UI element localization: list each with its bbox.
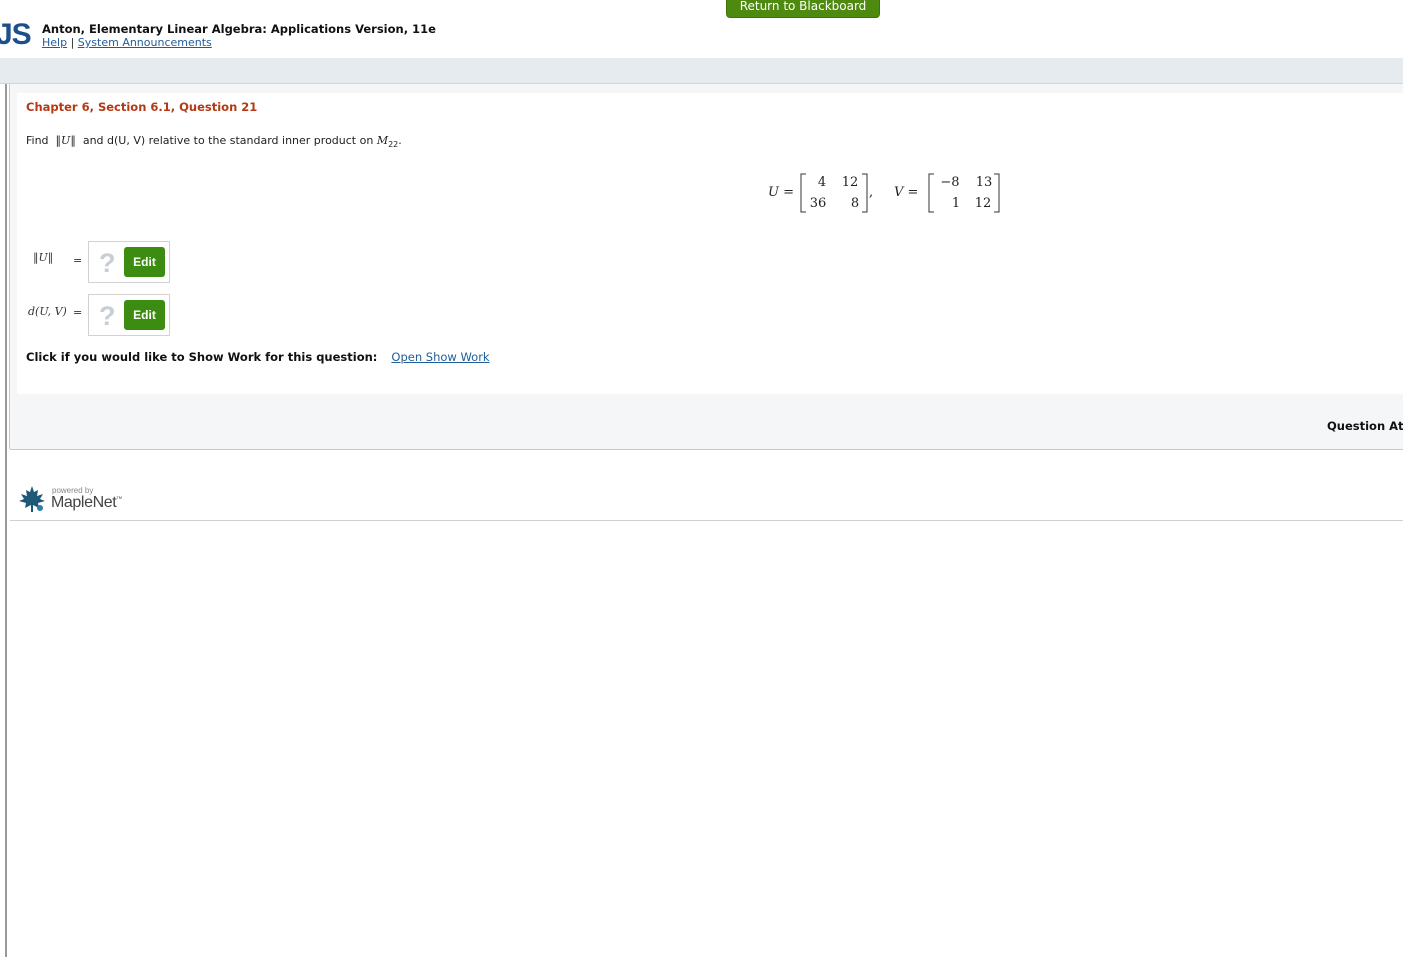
answer-distance-label: d(U, V): [28, 305, 67, 318]
matrix-v-cell: 13: [976, 175, 993, 190]
footer-divider: [10, 520, 1403, 521]
matrix-v-cell: 1: [952, 196, 960, 211]
question-prompt: Find ‖U‖ and d(U, V) relative to the sta…: [26, 134, 402, 149]
matrix-u-cell: 8: [851, 196, 859, 211]
answer-norm-equals: =: [73, 254, 83, 267]
open-show-work-link[interactable]: Open Show Work: [391, 350, 489, 364]
wileyplus-logo: JS: [0, 18, 32, 51]
prompt-find: Find: [26, 134, 49, 147]
prompt-space: M: [376, 134, 389, 147]
prompt-middle: and d(U, V) relative to the standard inn…: [82, 134, 374, 147]
prompt-space-subscript: 22: [388, 140, 399, 149]
divider: [10, 449, 1403, 450]
maplenet-brand: MapleNet™: [51, 494, 122, 512]
answer-norm-field[interactable]: ? Edit: [88, 241, 170, 283]
maplenet-name: MapleNet: [51, 494, 117, 511]
question-heading: Chapter 6, Section 6.1, Question 21: [26, 100, 258, 114]
answer-norm-label: ‖U‖: [33, 251, 54, 264]
matrix-v-label: V =: [894, 185, 918, 200]
show-work-prompt: Click if you would like to Show Work for…: [26, 350, 378, 364]
prompt-end: .: [398, 134, 402, 147]
book-title: Anton, Elementary Linear Algebra: Applic…: [42, 22, 436, 36]
link-separator: |: [70, 36, 75, 49]
matrix-u-cell: 12: [842, 175, 859, 190]
matrix-u-cell: 36: [810, 196, 827, 211]
edit-norm-button[interactable]: Edit: [124, 247, 165, 277]
matrix-svg: U = 4 12 36 8 , V = −8 13 1 12: [768, 173, 1000, 213]
return-to-blackboard-button[interactable]: Return to Blackboard: [726, 0, 880, 18]
prompt-norm: ‖U‖: [55, 134, 76, 147]
matrix-v-cell: 12: [975, 196, 992, 211]
help-link[interactable]: Help: [42, 36, 67, 49]
answer-distance-field[interactable]: ? Edit: [88, 294, 170, 336]
system-announcements-link[interactable]: System Announcements: [78, 36, 212, 49]
edit-distance-button[interactable]: Edit: [124, 300, 165, 330]
matrix-comma: ,: [869, 185, 873, 200]
answer-distance-equals: =: [73, 306, 83, 319]
matrix-v-left-bracket: [928, 173, 934, 213]
matrix-u-label: U =: [768, 185, 794, 200]
matrix-v-right-bracket: [994, 173, 1000, 213]
toolbar-bar: [0, 58, 1403, 84]
maple-leaf-icon: [19, 486, 45, 512]
matrix-display: U = 4 12 36 8 , V = −8 13 1 12: [760, 170, 1020, 216]
header-links: Help | System Announcements: [42, 36, 212, 49]
question-attempts-label: Question Att: [1327, 419, 1403, 433]
matrix-u-left-bracket: [800, 173, 806, 213]
trademark-mark: ™: [116, 496, 122, 503]
unanswered-icon: ?: [99, 301, 116, 331]
matrix-u-cell: 4: [818, 175, 826, 190]
matrix-v-cell: −8: [940, 175, 959, 190]
show-work-row: Click if you would like to Show Work for…: [26, 350, 490, 364]
matrix-u-right-bracket: [862, 173, 868, 213]
unanswered-icon: ?: [99, 248, 116, 278]
